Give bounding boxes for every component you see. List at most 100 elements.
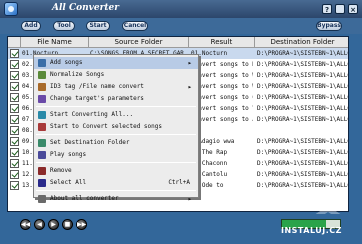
- result-cell: [191, 125, 253, 136]
- destination-folder-cell: D:\PROGRA~1\SISTEBN~1\ALLCO: [257, 116, 349, 123]
- menu-item-label: Start Converting All...: [50, 111, 134, 118]
- row-checkbox[interactable]: [10, 181, 19, 190]
- destination-folder-cell: D:\PROGRA~1\SISTEBN~1\ALLCO: [257, 83, 349, 90]
- menu-separator: [36, 190, 196, 191]
- result-cell: Convert songs to APE: [191, 116, 253, 123]
- context-menu: Add songs ▸ Normalize Songs ID3 tag /File n…: [33, 54, 199, 203]
- add-songs-icon: [38, 59, 46, 67]
- row-checkbox[interactable]: [10, 126, 19, 135]
- menu-item-add-songs[interactable]: Add songs ▸: [34, 57, 198, 69]
- add-button[interactable]: Add: [21, 21, 41, 31]
- submenu-arrow-icon: ▸: [187, 59, 192, 67]
- result-cell: 9.Adagio wwa: [191, 138, 235, 145]
- menu-item-select-all[interactable]: Select All Ctrl+A: [34, 177, 198, 189]
- result-cell: 10.The Rap: [191, 149, 228, 156]
- destination-folder-cell: D:\PROGRA~1\SISTEBN~1\ALLCO: [257, 50, 349, 57]
- menu-item-label: Start to Convert selected songs: [50, 123, 162, 130]
- row-checkbox[interactable]: [10, 93, 19, 102]
- menu-item-about[interactable]: About all converter ▸: [34, 193, 198, 205]
- menu-item-start-convert-selected[interactable]: Start to Convert selected songs: [34, 121, 198, 133]
- id3-tag-convert-icon: [38, 83, 46, 91]
- result-cell: Convert songs to WMA: [191, 83, 253, 90]
- menu-item-label: Remove: [50, 167, 72, 174]
- row-checkbox[interactable]: [10, 60, 19, 69]
- tool-button[interactable]: Tool: [53, 21, 75, 31]
- play-button[interactable]: ▶: [48, 219, 59, 230]
- header-destination-folder[interactable]: Destination Folder: [255, 37, 348, 48]
- destination-folder-cell: D:\PROGRA~1\SISTEBN~1\ALLCO: [257, 61, 349, 68]
- set-destination-folder-icon: [38, 139, 46, 147]
- header-source-folder[interactable]: Source Folder: [89, 37, 189, 48]
- menu-item-start-converting-all[interactable]: Start Converting All...: [34, 109, 198, 121]
- header-result[interactable]: Result: [189, 37, 255, 48]
- destination-folder-cell: [257, 125, 348, 136]
- row-checkbox[interactable]: [10, 49, 19, 58]
- about-icon: [38, 195, 46, 203]
- row-checkbox[interactable]: [10, 137, 19, 146]
- submenu-arrow-icon: ▸: [187, 83, 192, 91]
- menu-separator: [36, 134, 196, 135]
- normalize-songs-icon: [38, 71, 46, 79]
- start-button[interactable]: Start: [86, 21, 110, 31]
- menu-item-label: ID3 tag /File name convert: [50, 83, 144, 90]
- minimize-button[interactable]: _: [335, 4, 345, 14]
- menu-item-set-destination-folder[interactable]: Set Destination Folder: [34, 137, 198, 149]
- menu-item-label: Play songs: [50, 151, 87, 158]
- title-bar[interactable]: All Converter ? _ ×: [0, 0, 362, 18]
- menu-item-change-parameters[interactable]: Change target's parameters: [34, 93, 198, 105]
- destination-folder-cell: D:\PROGRA~1\SISTEBN~1\ALLCO: [257, 138, 349, 145]
- result-cell: 01.Nocturn: [191, 50, 228, 57]
- forward-button[interactable]: ▶▶: [76, 219, 87, 230]
- table-header: File Name Source Folder Result Destinati…: [8, 37, 348, 48]
- menu-item-normalize-songs[interactable]: Normalize Songs: [34, 69, 198, 81]
- menu-item-label: Select All: [50, 179, 87, 186]
- close-button[interactable]: ×: [348, 4, 358, 14]
- menu-separator: [36, 106, 196, 107]
- start-converting-all-icon: [38, 111, 46, 119]
- header-file-name[interactable]: File Name: [21, 37, 89, 48]
- menu-item-label: Normalize Songs: [50, 71, 105, 78]
- result-cell: 12.Cantolu: [191, 171, 228, 178]
- menu-item-play-songs[interactable]: Play songs: [34, 149, 198, 161]
- result-cell: Convert songs to VQF: [191, 105, 253, 112]
- menu-item-label: About all converter: [50, 195, 119, 202]
- menu-item-id3-tag-convert[interactable]: ID3 tag /File name convert ▸: [34, 81, 198, 93]
- bypass-button[interactable]: Bypass: [316, 21, 342, 31]
- toolbar: Add Tool Start Cancel Bypass: [0, 18, 362, 34]
- destination-folder-cell: D:\PROGRA~1\SISTEBN~1\ALLCO: [257, 182, 349, 189]
- menu-item-label: Change target's parameters: [50, 95, 144, 102]
- start-convert-selected-icon: [38, 123, 46, 131]
- row-checkbox[interactable]: [10, 104, 19, 113]
- submenu-arrow-icon: ▸: [187, 195, 192, 203]
- destination-folder-cell: D:\PROGRA~1\SISTEBN~1\ALLCO: [257, 149, 349, 156]
- result-cell: Convert songs to OGG: [191, 94, 253, 101]
- row-checkbox[interactable]: [10, 148, 19, 157]
- stop-button[interactable]: ■: [62, 219, 73, 230]
- row-checkbox[interactable]: [10, 71, 19, 80]
- remove-icon: [38, 167, 46, 175]
- app-logo-icon: [4, 2, 18, 16]
- row-checkbox[interactable]: [10, 82, 19, 91]
- row-checkbox[interactable]: [10, 170, 19, 179]
- destination-folder-cell: D:\PROGRA~1\SISTEBN~1\ALLCO: [257, 105, 349, 112]
- cancel-button[interactable]: Cancel: [122, 21, 148, 31]
- menu-item-label: Add songs: [50, 59, 83, 66]
- result-cell: 11.Chaconn: [191, 160, 228, 167]
- result-cell: Convert songs to WAV: [191, 72, 253, 79]
- select-all-icon: [38, 179, 46, 187]
- result-cell: 13.Ode to: [191, 182, 224, 189]
- destination-folder-cell: D:\PROGRA~1\SISTEBN~1\ALLCO: [257, 94, 349, 101]
- rewind-button[interactable]: ◀◀: [20, 219, 31, 230]
- menu-item-remove[interactable]: Remove: [34, 165, 198, 177]
- watermark-text: INSTALUJ.CZ: [281, 226, 342, 235]
- menu-item-label: Set Destination Folder: [50, 139, 130, 146]
- row-checkbox[interactable]: [10, 115, 19, 124]
- row-checkbox[interactable]: [10, 159, 19, 168]
- help-button[interactable]: ?: [322, 4, 332, 14]
- previous-button[interactable]: ◀: [34, 219, 45, 230]
- destination-folder-cell: D:\PROGRA~1\SISTEBN~1\ALLCO: [257, 72, 349, 79]
- window-title: All Converter: [52, 3, 119, 13]
- menu-separator: [36, 162, 196, 163]
- play-songs-icon: [38, 151, 46, 159]
- app-window: All Converter ? _ × Add Tool Start Cance…: [0, 0, 362, 244]
